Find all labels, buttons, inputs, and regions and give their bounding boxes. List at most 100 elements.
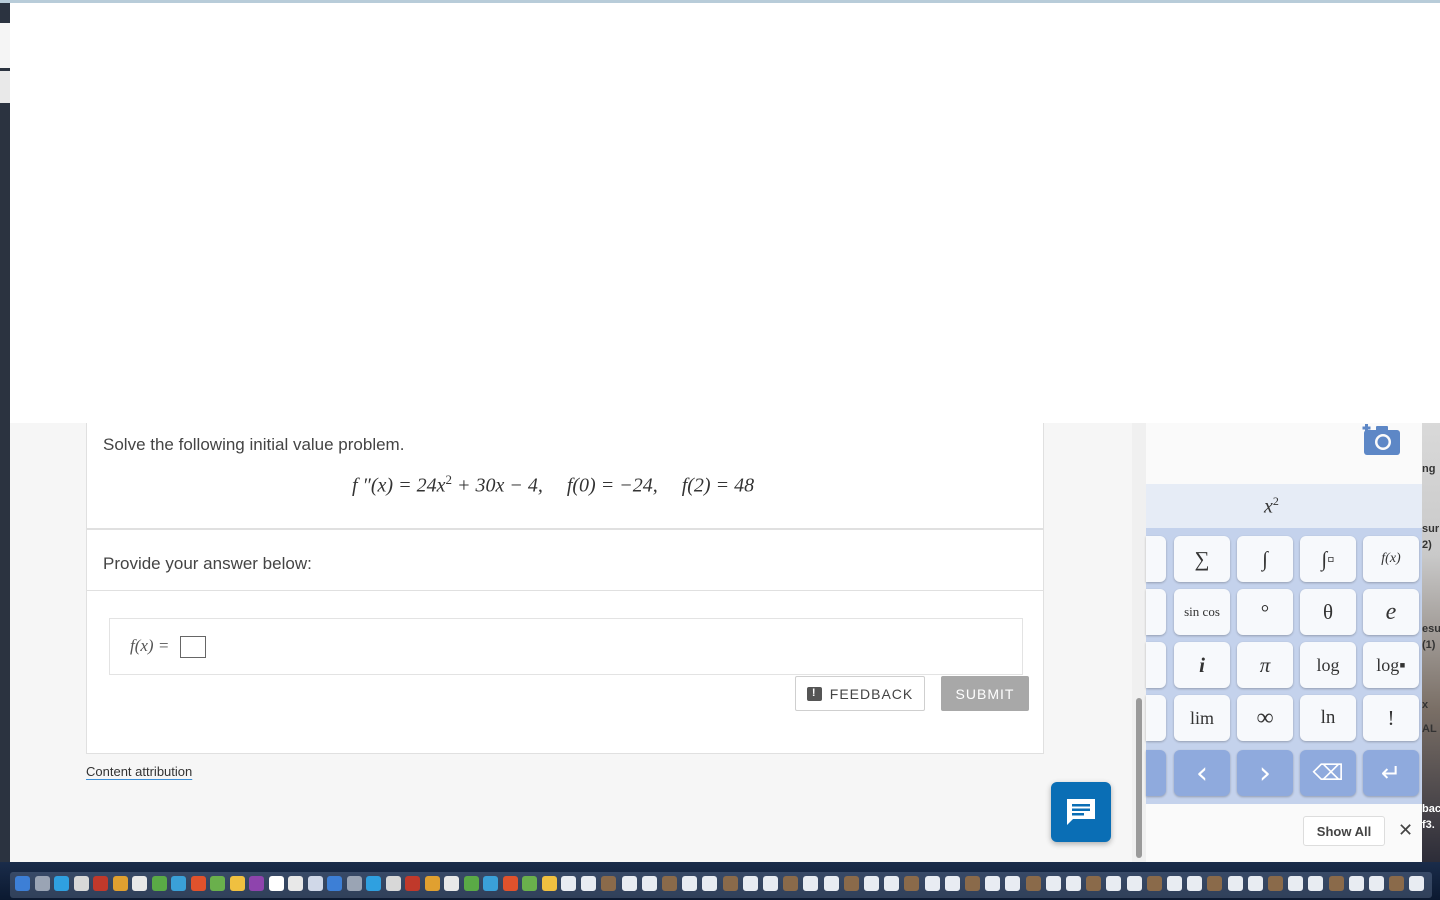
- dock-app-icon[interactable]: [682, 876, 698, 891]
- dock-app-icon[interactable]: [73, 876, 89, 891]
- key-degree[interactable]: °: [1237, 589, 1293, 635]
- key-theta[interactable]: θ: [1300, 589, 1356, 635]
- dock-app-icon[interactable]: [522, 876, 537, 891]
- key-imaginary-i[interactable]: i: [1174, 642, 1230, 688]
- dock-app-icon[interactable]: [171, 876, 186, 891]
- dock-app-icon[interactable]: [1409, 876, 1425, 891]
- dock-app-icon[interactable]: [1106, 876, 1122, 891]
- dock-app-icon[interactable]: [702, 876, 718, 891]
- show-all-button[interactable]: Show All: [1303, 816, 1385, 846]
- dock-app-icon[interactable]: [1288, 876, 1304, 891]
- dock-app-icon[interactable]: [151, 876, 167, 891]
- dock-app-icon[interactable]: [463, 876, 479, 891]
- dock-app-icon[interactable]: [1389, 876, 1405, 891]
- dock-app-icon[interactable]: [641, 876, 657, 891]
- key-partial[interactable]: [1146, 642, 1166, 688]
- dock-app-icon[interactable]: [502, 876, 518, 891]
- dock-app-icon[interactable]: [965, 876, 980, 891]
- dock-app-icon[interactable]: [366, 876, 381, 891]
- dock-app-icon[interactable]: [268, 876, 284, 891]
- dock-app-icon[interactable]: [823, 876, 839, 891]
- key-definite-integral[interactable]: ∫▫: [1300, 536, 1356, 582]
- dock-app-icon[interactable]: [1025, 876, 1041, 891]
- key-factorial[interactable]: !: [1363, 695, 1419, 741]
- dock-app-icon[interactable]: [93, 876, 108, 891]
- chat-button[interactable]: [1051, 782, 1111, 842]
- dock-app-icon[interactable]: [783, 876, 799, 891]
- dock-app-icon[interactable]: [742, 876, 758, 891]
- submit-button[interactable]: SUBMIT: [941, 676, 1029, 711]
- dock-app-icon[interactable]: [249, 876, 264, 891]
- key-e[interactable]: e: [1363, 589, 1419, 635]
- camera-icon[interactable]: [1362, 423, 1402, 457]
- key-ln[interactable]: ln: [1300, 695, 1356, 741]
- key-backspace[interactable]: ⌫: [1300, 750, 1356, 796]
- dock-app-icon[interactable]: [1167, 876, 1182, 891]
- dock-app-icon[interactable]: [112, 876, 128, 891]
- keyboard-tab-x-squared[interactable]: x2: [1264, 494, 1279, 519]
- key-log-base[interactable]: log▪: [1363, 642, 1419, 688]
- dock-app-icon[interactable]: [1308, 876, 1324, 891]
- key-enter[interactable]: ↵: [1363, 750, 1419, 796]
- dock-app-icon[interactable]: [581, 876, 597, 891]
- dock-app-icon[interactable]: [843, 876, 859, 891]
- feedback-button[interactable]: ! FEEDBACK: [795, 676, 925, 711]
- dock-app-icon[interactable]: [34, 876, 50, 891]
- dock-app-icon[interactable]: [884, 876, 900, 891]
- dock-app-icon[interactable]: [763, 876, 778, 891]
- dock-app-icon[interactable]: [985, 876, 1001, 891]
- dock-app-icon[interactable]: [132, 876, 147, 891]
- dock-app-icon[interactable]: [601, 876, 617, 891]
- key-log[interactable]: log: [1300, 642, 1356, 688]
- close-keyboard-icon[interactable]: ✕: [1398, 820, 1413, 841]
- content-attribution-link[interactable]: Content attribution: [86, 764, 192, 779]
- key-function[interactable]: f(x): [1363, 536, 1419, 582]
- dock-app-icon[interactable]: [561, 876, 576, 891]
- dock-app-icon[interactable]: [444, 876, 459, 891]
- dock-app-icon[interactable]: [405, 876, 420, 891]
- key-integral[interactable]: ∫: [1237, 536, 1293, 582]
- dock-app-icon[interactable]: [229, 876, 245, 891]
- dock-app-icon[interactable]: [541, 876, 557, 891]
- dock-app-icon[interactable]: [1369, 876, 1384, 891]
- answer-placeholder-box[interactable]: [180, 636, 206, 658]
- dock-app-icon[interactable]: [15, 876, 30, 891]
- dock-app-icon[interactable]: [1247, 876, 1263, 891]
- key-arrow-left[interactable]: ‹: [1174, 750, 1230, 796]
- key-sum[interactable]: ∑: [1174, 536, 1230, 582]
- scrollbar-thumb[interactable]: [1136, 698, 1142, 858]
- dock-app-icon[interactable]: [210, 876, 225, 891]
- dock-app-icon[interactable]: [1348, 876, 1364, 891]
- key-partial[interactable]: [1146, 589, 1166, 635]
- dock-app-icon[interactable]: [1005, 876, 1021, 891]
- dock-app-icon[interactable]: [722, 876, 738, 891]
- dock-app-icon[interactable]: [1268, 876, 1283, 891]
- dock-app-icon[interactable]: [1146, 876, 1162, 891]
- dock-app-icon[interactable]: [288, 876, 303, 891]
- dock-app-icon[interactable]: [944, 876, 960, 891]
- math-answer-field[interactable]: f(x) =: [109, 618, 1023, 675]
- key-limit[interactable]: lim: [1174, 695, 1230, 741]
- dock-app-icon[interactable]: [54, 876, 69, 891]
- dock-app-icon[interactable]: [1328, 876, 1344, 891]
- key-partial[interactable]: [1146, 536, 1166, 582]
- key-pi[interactable]: π: [1237, 642, 1293, 688]
- key-infinity[interactable]: ∞: [1237, 695, 1293, 741]
- dock-app-icon[interactable]: [1207, 876, 1223, 891]
- dock-app-icon[interactable]: [1086, 876, 1102, 891]
- key-partial-nav[interactable]: [1146, 750, 1166, 796]
- dock-app-icon[interactable]: [307, 876, 323, 891]
- dock-app-icon[interactable]: [483, 876, 498, 891]
- dock-app-icon[interactable]: [327, 876, 342, 891]
- dock-app-icon[interactable]: [924, 876, 940, 891]
- dock-app-icon[interactable]: [1227, 876, 1243, 891]
- dock-app-icon[interactable]: [904, 876, 920, 891]
- key-sin-cos[interactable]: sin cos: [1174, 589, 1230, 635]
- dock-app-icon[interactable]: [346, 876, 362, 891]
- dock-app-icon[interactable]: [662, 876, 677, 891]
- dock-app-icon[interactable]: [1066, 876, 1081, 891]
- dock-app-icon[interactable]: [1126, 876, 1142, 891]
- dock-app-icon[interactable]: [864, 876, 879, 891]
- dock-app-icon[interactable]: [190, 876, 206, 891]
- dock-app-icon[interactable]: [803, 876, 819, 891]
